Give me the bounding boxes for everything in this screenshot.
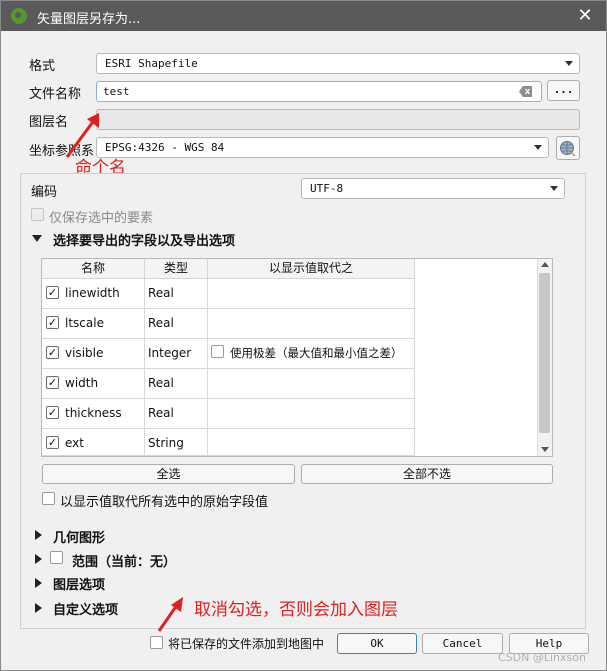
encoding-select[interactable]: UTF-8 [301,178,565,199]
use-range-label: 使用极差（最大值和最小值之差） [230,346,403,360]
watermark: CSDN @Linxson [498,651,586,664]
table-row[interactable]: ✓ linewidth [42,279,145,309]
table-row[interactable]: ✓ visible [42,339,145,369]
use-range-checkbox[interactable] [211,345,224,358]
field-checkbox[interactable]: ✓ [46,286,59,299]
extent-checkbox[interactable] [50,551,63,564]
expand-right-icon[interactable] [35,530,42,540]
layername-input[interactable] [96,109,580,130]
field-checkbox[interactable]: ✓ [46,436,59,449]
format-label: 格式 [29,59,56,74]
annotation-arrow [157,597,183,632]
format-value: ESRI Shapefile [105,57,198,70]
encoding-value: UTF-8 [310,182,344,195]
field-type: Real [145,399,208,429]
field-type: Real [145,369,208,399]
field-replace-cell[interactable]: 使用极差（最大值和最小值之差） [208,339,415,369]
field-name: ext [65,436,84,450]
chevron-down-icon [550,186,558,191]
field-replace-cell[interactable] [208,279,415,309]
table-row[interactable]: ✓ ext [42,429,145,456]
column-header-type[interactable]: 类型 [145,259,208,279]
replace-all-label: 以显示值取代所有选中的原始字段值 [60,495,269,510]
save-selected-checkbox[interactable] [31,208,44,221]
save-vector-layer-dialog: 矢量图层另存为... ✕ 格式 ESRI Shapefile 文件名称 test… [0,0,607,671]
filename-input[interactable]: test [96,81,542,102]
add-to-map-label: 将已保存的文件添加到地图中 [168,637,325,651]
field-type: String [145,429,208,456]
field-type: Real [145,279,208,309]
scroll-down-icon[interactable] [541,447,549,452]
table-row[interactable]: ✓ ltscale [42,309,145,339]
scroll-up-icon[interactable] [541,262,549,267]
encoding-label: 编码 [31,185,58,200]
browse-button[interactable]: ... [547,80,580,101]
layer-options-section-title[interactable]: 图层选项 [53,574,105,593]
select-all-button[interactable]: 全选 [42,464,295,484]
extent-section-title[interactable]: 范围（当前：无） [72,551,176,570]
ok-button[interactable]: OK [337,633,417,654]
field-checkbox[interactable]: ✓ [46,376,59,389]
field-name: width [65,376,99,390]
field-replace-cell[interactable] [208,309,415,339]
expand-right-icon[interactable] [35,578,42,588]
cancel-button[interactable]: Cancel [422,633,503,654]
format-select[interactable]: ESRI Shapefile [96,53,580,74]
filename-value: test [103,85,130,98]
field-name: ltscale [65,316,104,330]
replace-all-checkbox[interactable] [42,492,55,505]
collapse-down-icon[interactable] [32,235,42,242]
chevron-down-icon [534,145,542,150]
window-title: 矢量图层另存为... [37,12,141,27]
add-to-map-checkbox[interactable] [150,636,163,649]
close-button[interactable]: ✕ [573,4,597,28]
custom-options-section-title[interactable]: 自定义选项 [53,599,118,618]
expand-right-icon[interactable] [35,603,42,613]
field-replace-cell[interactable] [208,399,415,429]
expand-right-icon[interactable] [35,554,42,564]
chevron-down-icon [565,61,573,66]
field-checkbox[interactable]: ✓ [46,346,59,359]
field-replace-cell[interactable] [208,429,415,456]
geometry-section-title[interactable]: 几何图形 [53,527,105,546]
column-header-replace[interactable]: 以显示值取代之 [208,259,415,279]
field-replace-cell[interactable] [208,369,415,399]
title-bar: 矢量图层另存为... ✕ [1,1,606,31]
save-selected-label: 仅保存选中的要素 [49,211,154,226]
fields-section-title[interactable]: 选择要导出的字段以及导出选项 [53,230,235,249]
qgis-logo-icon [11,8,27,24]
field-name: visible [65,346,104,360]
clear-icon[interactable] [519,86,533,97]
crs-select[interactable]: EPSG:4326 - WGS 84 [96,137,549,158]
field-type: Integer [145,339,208,369]
field-type: Real [145,309,208,339]
field-checkbox[interactable]: ✓ [46,316,59,329]
table-row[interactable]: ✓ width [42,369,145,399]
column-header-name[interactable]: 名称 [42,259,145,279]
scrollbar-thumb[interactable] [539,273,550,433]
field-checkbox[interactable]: ✓ [46,406,59,419]
field-name: thickness [65,406,122,420]
deselect-all-button[interactable]: 全部不选 [301,464,553,484]
field-name: linewidth [65,286,120,300]
table-row[interactable]: ✓ thickness [42,399,145,429]
crs-selector-button[interactable] [556,136,580,160]
annotation-uncheck: 取消勾选，否则会加入图层 [194,600,398,620]
filename-label: 文件名称 [29,87,82,102]
globe-icon [560,141,576,156]
